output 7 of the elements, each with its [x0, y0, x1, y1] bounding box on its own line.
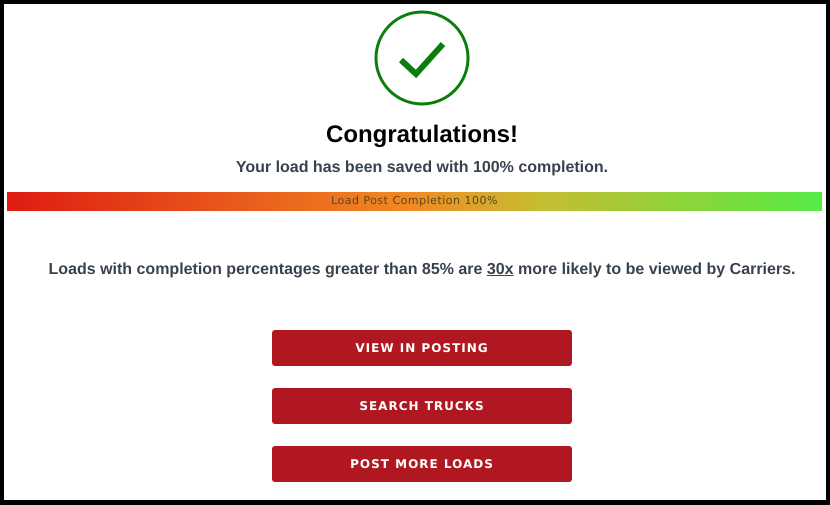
- checkmark-icon: [374, 10, 470, 106]
- action-button[interactable]: VIEW IN POSTING: [272, 330, 572, 366]
- action-button[interactable]: POST MORE LOADS: [272, 446, 572, 482]
- action-button[interactable]: SEARCH TRUCKS: [272, 388, 572, 424]
- heading: Congratulations!: [326, 120, 518, 150]
- subheading: Your load has been saved with 100% completion.: [236, 158, 608, 178]
- info-text: Loads with completion percentages greater than 85% are 30x more likely to be viewed by Carriers.: [48, 260, 796, 280]
